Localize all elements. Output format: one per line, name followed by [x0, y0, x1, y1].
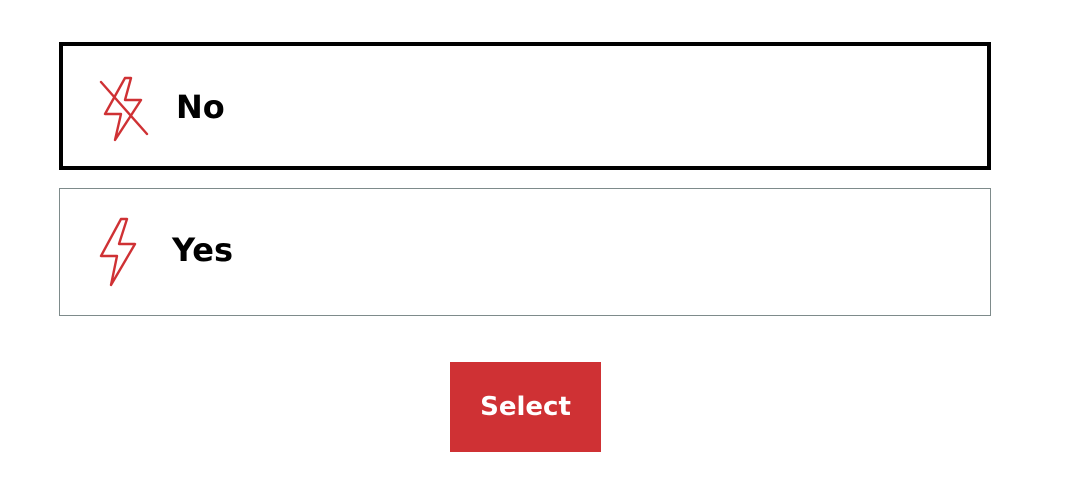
lightning-icon [99, 217, 137, 287]
select-button[interactable]: Select [450, 362, 601, 452]
option-label: No [176, 88, 225, 126]
option-no[interactable]: No [59, 42, 991, 170]
lightning-off-icon [99, 76, 149, 142]
option-label: Yes [172, 231, 233, 269]
option-yes[interactable]: Yes [59, 188, 991, 316]
